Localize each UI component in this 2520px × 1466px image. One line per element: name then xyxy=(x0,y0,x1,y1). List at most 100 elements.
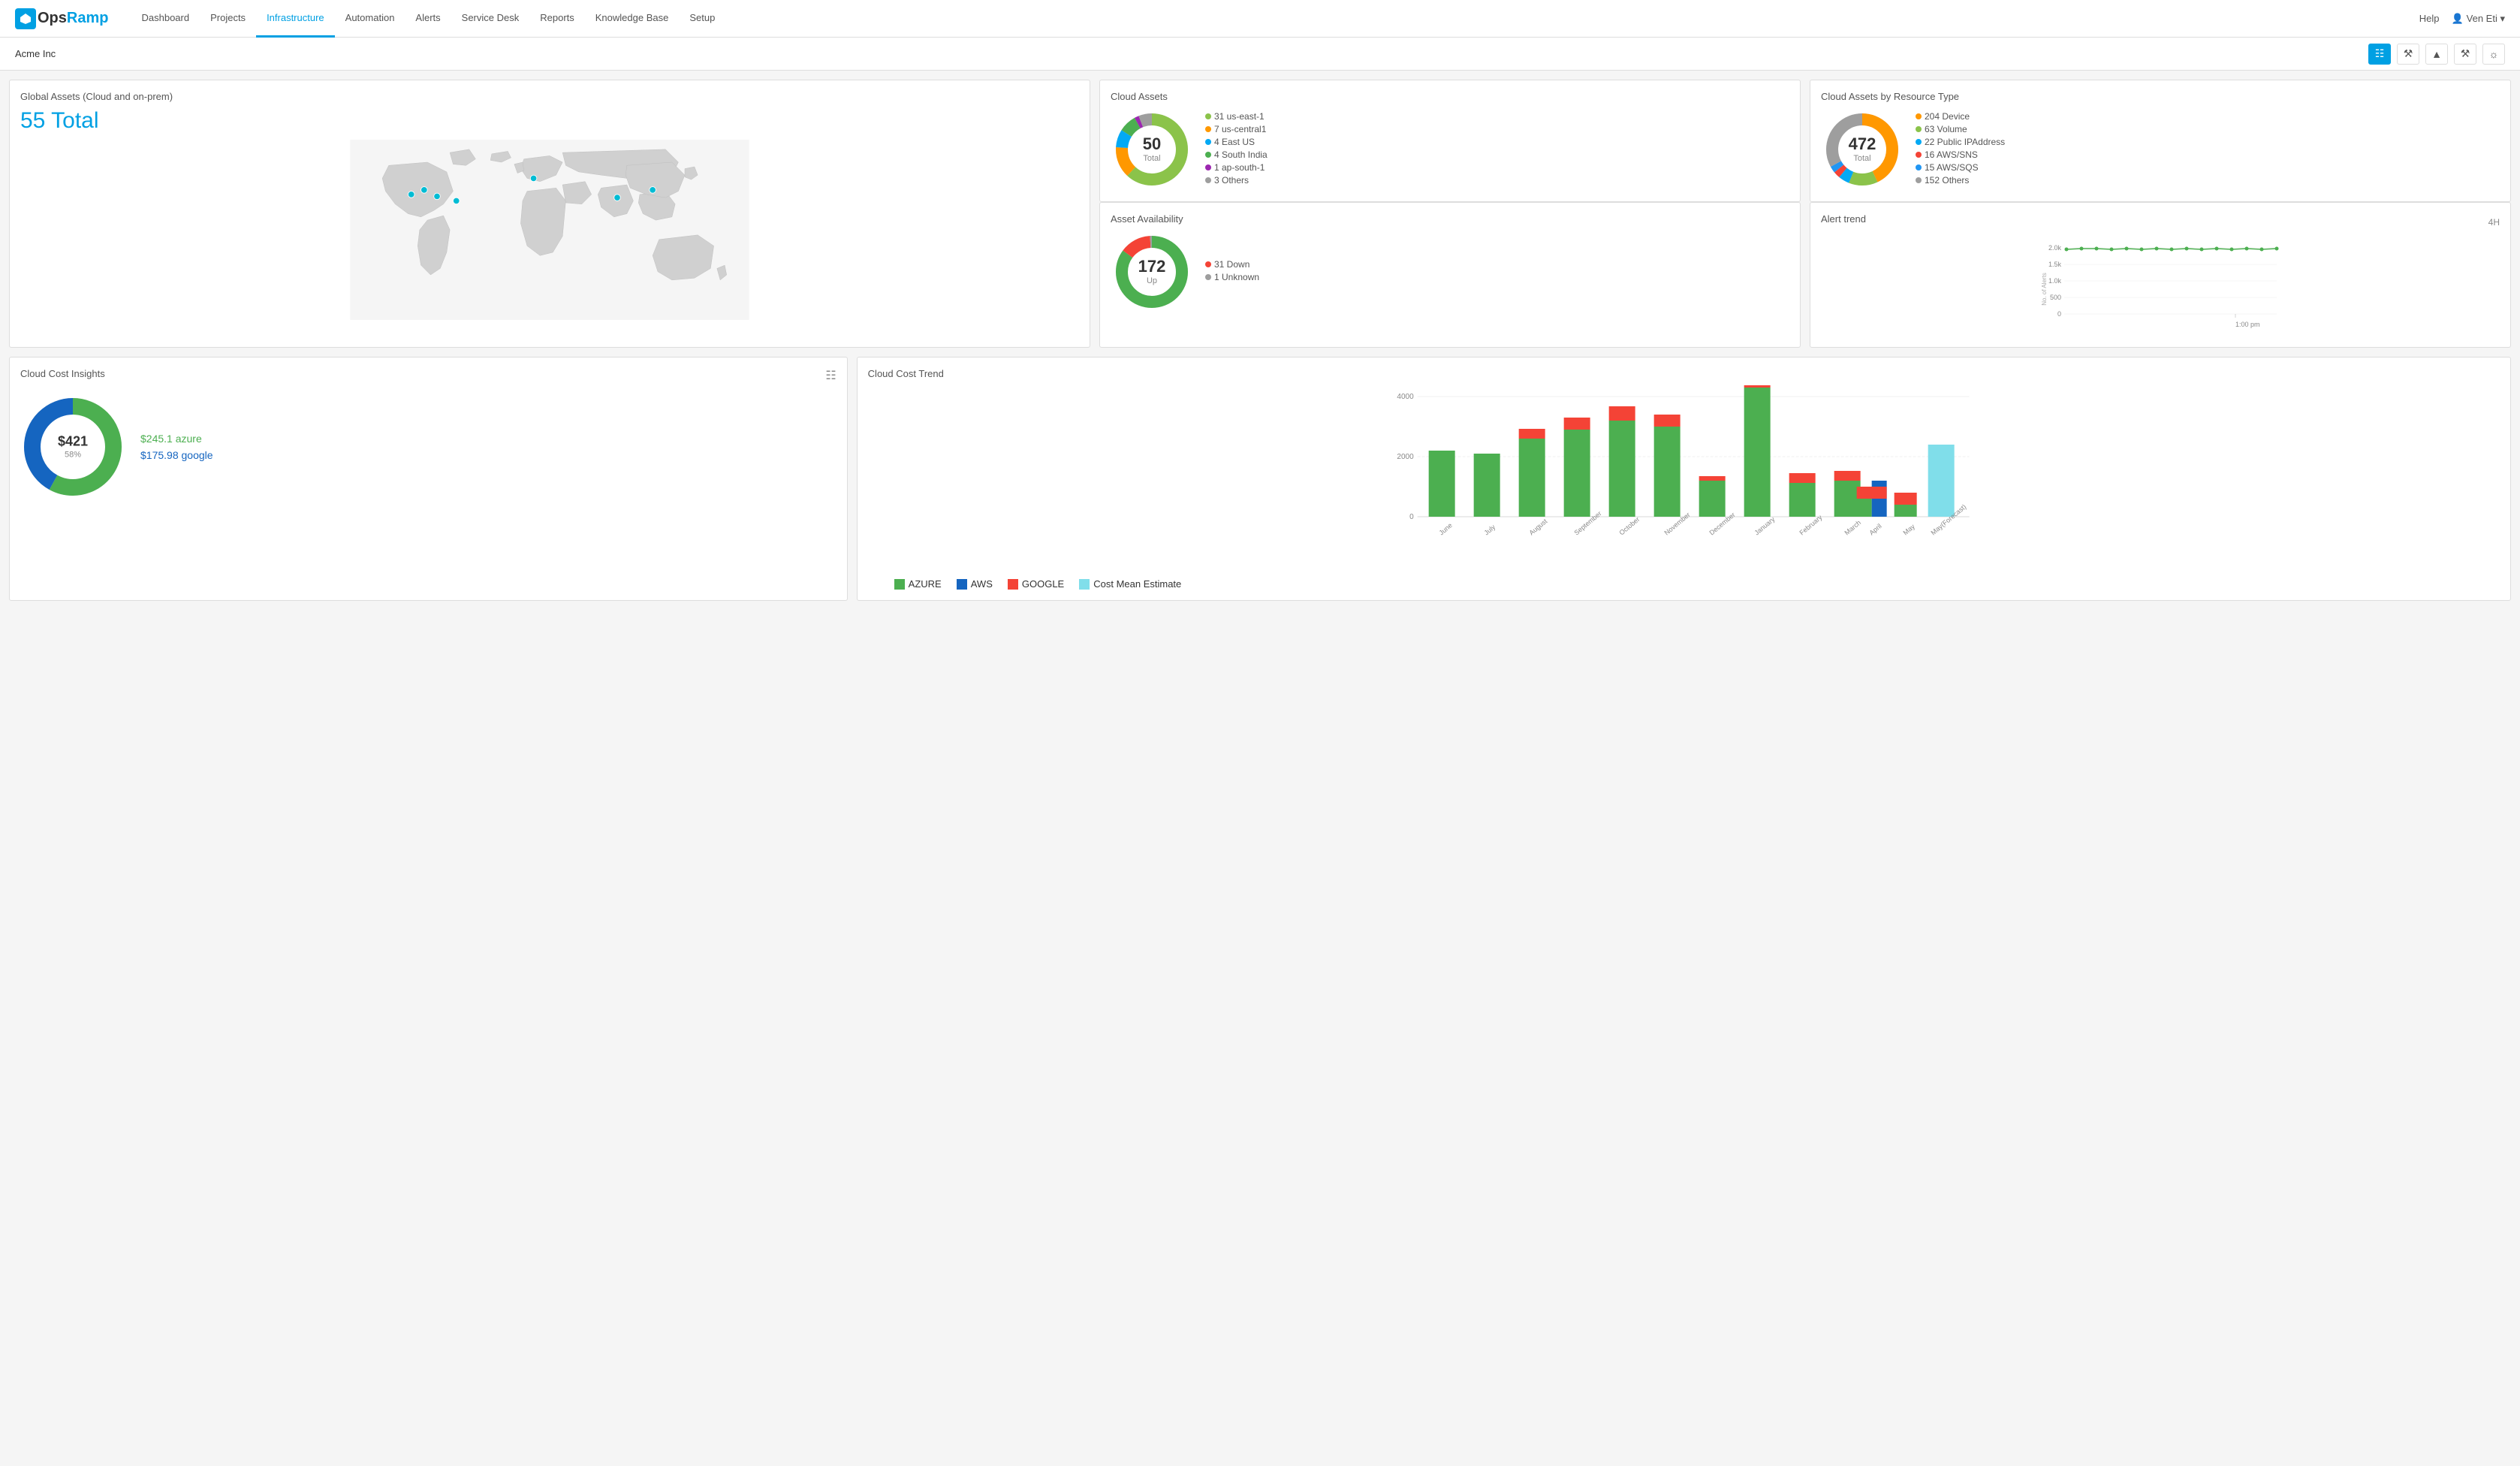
alert-trend-panel: Alert trend 4H 2.0k 1.5k 1.0k 500 0 xyxy=(1810,202,2511,348)
cloud-assets-resource-panel: Cloud Assets by Resource Type xyxy=(1810,80,2511,202)
svg-text:0: 0 xyxy=(1409,513,1414,521)
alert-trend-header: Alert trend 4H xyxy=(1821,213,2500,231)
asset-availability-panel: Asset Availability xyxy=(1099,202,1801,348)
bar-azure xyxy=(1563,430,1590,517)
logo-icon xyxy=(15,8,36,29)
help-link[interactable]: Help xyxy=(2419,13,2440,24)
nav-alerts[interactable]: Alerts xyxy=(405,0,451,38)
legend-dot xyxy=(1205,261,1211,267)
svg-text:1.5k: 1.5k xyxy=(2048,261,2062,268)
legend-item: 1 Unknown xyxy=(1205,272,1259,282)
availability-label: Up xyxy=(1138,277,1166,287)
cloud-assets-resource-donut: 472 Total xyxy=(1821,108,1904,191)
svg-text:March: March xyxy=(1843,519,1862,537)
bottom-row: Cloud Cost Insights ☷ $421 58% xyxy=(9,357,2511,601)
legend-item: 1 ap-south-1 xyxy=(1205,162,1268,173)
user-label: Ven Eti ▾ xyxy=(2467,13,2505,25)
nav-projects[interactable]: Projects xyxy=(200,0,256,38)
logo-ramp: Ramp xyxy=(67,10,109,27)
nav-service-desk[interactable]: Service Desk xyxy=(451,0,530,38)
legend-item: 22 Public IPAddress xyxy=(1916,137,2005,147)
navbar: OpsRamp Dashboard Projects Infrastructur… xyxy=(0,0,2520,38)
legend-label: 152 Others xyxy=(1925,175,1969,186)
bar-google xyxy=(1563,418,1590,430)
legend-dot xyxy=(1205,113,1211,119)
availability-donut: 172 Up xyxy=(1111,231,1193,313)
legend-aws: AWS xyxy=(957,578,993,590)
legend-item: 63 Volume xyxy=(1916,124,2005,134)
nav-infrastructure[interactable]: Infrastructure xyxy=(256,0,335,38)
bar-azure xyxy=(1653,427,1680,517)
legend-label: 3 Others xyxy=(1214,175,1249,186)
legend-item: 31 Down xyxy=(1205,259,1259,270)
nav-automation[interactable]: Automation xyxy=(335,0,405,38)
bar-azure xyxy=(1699,481,1725,517)
tools-btn[interactable]: ⚒ xyxy=(2454,44,2476,65)
legend-dot xyxy=(1205,126,1211,132)
legend-dot xyxy=(1205,139,1211,145)
legend-estimate-color xyxy=(1079,579,1090,590)
cost-donut-center: $421 58% xyxy=(58,434,88,460)
alert-badge: 4H xyxy=(2488,217,2500,228)
cloud-assets-title: Cloud Assets xyxy=(1111,91,1789,102)
user-menu[interactable]: 👤 Ven Eti ▾ xyxy=(2451,13,2505,25)
svg-text:May: May xyxy=(1901,523,1916,537)
legend-label: 15 AWS/SQS xyxy=(1925,162,1979,173)
grid-icon[interactable]: ☷ xyxy=(825,368,836,383)
chart-legend: AZURE AWS GOOGLE Cost Mean Estimate xyxy=(868,575,2500,590)
resource-total: 472 xyxy=(1849,134,1876,154)
alert-trend-chart: 2.0k 1.5k 1.0k 500 0 No. of Alerts xyxy=(1821,237,2500,334)
subbar: Acme Inc ☷ ⚒ ▲ ⚒ ☼ xyxy=(0,38,2520,71)
global-assets-panel: Global Assets (Cloud and on-prem) 55 Tot… xyxy=(9,80,1090,348)
svg-text:April: April xyxy=(1867,522,1882,536)
legend-item: 4 East US xyxy=(1205,137,1268,147)
legend-label: 1 Unknown xyxy=(1214,272,1259,282)
svg-text:0: 0 xyxy=(2057,310,2061,318)
legend-item: 3 Others xyxy=(1205,175,1268,186)
svg-text:500: 500 xyxy=(2050,294,2061,301)
nav-dashboard[interactable]: Dashboard xyxy=(131,0,200,38)
nav-knowledge-base[interactable]: Knowledge Base xyxy=(585,0,680,38)
bar-google xyxy=(1789,473,1815,483)
cost-trend-chart: 4000 2000 0 xyxy=(868,385,2500,573)
map-btn[interactable]: ☼ xyxy=(2482,44,2505,65)
legend-label: 1 ap-south-1 xyxy=(1214,162,1265,173)
bar-google xyxy=(1653,415,1680,427)
legend-item: 204 Device xyxy=(1916,111,2005,122)
cloud-assets-resource-title: Cloud Assets by Resource Type xyxy=(1821,91,2500,102)
svg-text:July: July xyxy=(1482,523,1497,536)
legend-dot xyxy=(1205,164,1211,170)
cloud-cost-trend-panel: Cloud Cost Trend 4000 2000 0 xyxy=(857,357,2511,601)
cost-insight-body: $421 58% $245.1 azure $175.98 google xyxy=(20,394,836,499)
cloud-assets-panel: Cloud Assets xyxy=(1099,80,1801,202)
chart-view-btn[interactable]: ▲ xyxy=(2425,44,2448,65)
bar-google xyxy=(1894,493,1916,505)
nav-reports[interactable]: Reports xyxy=(529,0,585,38)
svg-text:June: June xyxy=(1437,521,1453,536)
nav-setup[interactable]: Setup xyxy=(679,0,725,38)
bar-google xyxy=(1744,385,1770,388)
resource-legend: 204 Device 63 Volume 22 Public IPAddress… xyxy=(1916,111,2005,188)
right-top-row: Cloud Assets xyxy=(1099,80,2511,202)
bar-google xyxy=(1608,406,1635,421)
cost-donut: $421 58% xyxy=(20,394,125,499)
legend-azure: AZURE xyxy=(894,578,942,590)
availability-center: 172 Up xyxy=(1138,257,1166,287)
list-view-btn[interactable]: ☷ xyxy=(2368,44,2391,65)
hierarchy-view-btn[interactable]: ⚒ xyxy=(2397,44,2419,65)
cloud-assets-number: 50 xyxy=(1143,134,1161,154)
legend-label: 4 East US xyxy=(1214,137,1255,147)
legend-item: 152 Others xyxy=(1916,175,2005,186)
legend-item: 7 us-central1 xyxy=(1205,124,1268,134)
subbar-title: Acme Inc xyxy=(15,48,56,59)
bar-azure xyxy=(1894,505,1916,517)
bar-azure xyxy=(1856,499,1871,517)
world-map-svg xyxy=(20,140,1079,320)
legend-google: GOOGLE xyxy=(1008,578,1064,590)
legend-dot xyxy=(1916,177,1922,183)
nav-links: Dashboard Projects Infrastructure Automa… xyxy=(131,0,725,38)
legend-google-color xyxy=(1008,579,1018,590)
svg-text:1.0k: 1.0k xyxy=(2048,277,2062,285)
logo[interactable]: OpsRamp xyxy=(15,8,108,29)
nav-right: Help 👤 Ven Eti ▾ xyxy=(2419,13,2505,25)
